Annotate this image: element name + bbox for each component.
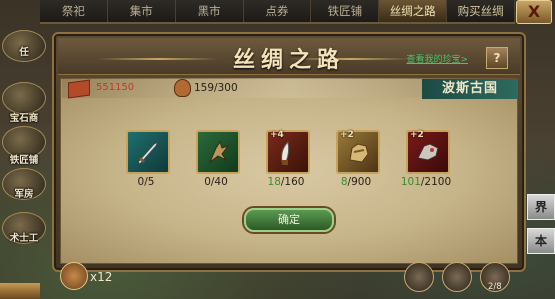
item-plus-4: +2 (340, 130, 354, 140)
side-label-blacksmith: 铁匠铺 (9, 155, 39, 166)
tab-bar: 祭祀 集市 黑市 点券 铁匠铺 丝绸之路 购买丝绸 (40, 0, 516, 24)
item-qty-5: 101/2100 (391, 176, 461, 188)
guild-tab[interactable] (0, 283, 40, 299)
red-currency-value: 551150 (96, 82, 135, 93)
side-label-gem-shop: 宝石商 (9, 113, 39, 124)
item-slot-5[interactable]: +2 (406, 130, 450, 174)
silk-road-panel: 丝绸之路 查看我的珍宝> ? 551150 159/300 波斯古国 0/5 0… (52, 32, 526, 272)
panel-title-bar: 丝绸之路 查看我的珍宝> ? (58, 38, 520, 75)
claw-icon (208, 140, 230, 164)
item-have-4: 8 (340, 176, 348, 188)
item-slot-2[interactable] (196, 130, 240, 174)
close-button[interactable]: X (516, 0, 552, 24)
silk-item-icon[interactable] (60, 262, 88, 290)
tab-buy-silk[interactable]: 购买丝绸 (447, 0, 516, 22)
blade-icon (281, 140, 290, 165)
bag-capacity: 159/300 (194, 82, 238, 94)
item-qty-2: 0/40 (181, 176, 251, 188)
horn-action-icon[interactable] (442, 262, 472, 292)
item-slot-3[interactable]: +4 (266, 130, 310, 174)
view-treasure-link[interactable]: 查看我的珍宝> (406, 52, 468, 65)
page-indicator: 2/8 (488, 282, 502, 292)
item-need-2: /40 (210, 176, 228, 188)
tab-points[interactable]: 点券 (244, 0, 312, 22)
region-name: 波斯古国 (422, 79, 518, 99)
silk-multiplier: x12 (90, 270, 113, 284)
item-plus-3: +4 (270, 130, 284, 140)
side-label-sorcerer: 术士工 (9, 233, 39, 244)
instance-button[interactable]: 本 (527, 228, 555, 254)
beast-icon (417, 143, 439, 161)
tab-market[interactable]: 集市 (108, 0, 176, 22)
item-qty-4: 8/900 (321, 176, 391, 188)
tab-blacksmith[interactable]: 铁匠铺 (311, 0, 380, 22)
book-icon (68, 79, 90, 99)
gear-action-icon[interactable] (404, 262, 434, 292)
tab-sacrifice[interactable]: 祭祀 (40, 0, 108, 22)
item-qty-3: 18/160 (251, 176, 321, 188)
side-label-barracks: 军房 (14, 189, 34, 200)
item-need-5: /2100 (420, 176, 452, 188)
dagger-icon (137, 140, 160, 165)
side-label-quest: 任 (19, 47, 29, 58)
world-button[interactable]: 界 (527, 194, 555, 220)
tab-black-market[interactable]: 黑市 (176, 0, 244, 22)
item-slot-1[interactable] (126, 130, 170, 174)
item-have-3: 18 (267, 176, 281, 188)
item-need-3: /160 (280, 176, 305, 188)
confirm-button[interactable]: 确定 (244, 208, 334, 232)
bag-icon (174, 79, 191, 97)
item-need-4: /900 (347, 176, 372, 188)
left-side-menu: 任 宝石商 铁匠铺 军房 术士工 (0, 22, 48, 299)
item-slot-4[interactable]: +2 (336, 130, 380, 174)
item-plus-5: +2 (410, 130, 424, 140)
item-need-1: /5 (144, 176, 155, 188)
item-have-2: 0 (204, 176, 211, 188)
help-button[interactable]: ? (486, 47, 508, 69)
gauntlet-icon (349, 143, 369, 163)
item-qty-1: 0/5 (111, 176, 181, 188)
tab-silk-road[interactable]: 丝绸之路 (379, 0, 448, 22)
item-have-5: 101 (400, 176, 421, 188)
